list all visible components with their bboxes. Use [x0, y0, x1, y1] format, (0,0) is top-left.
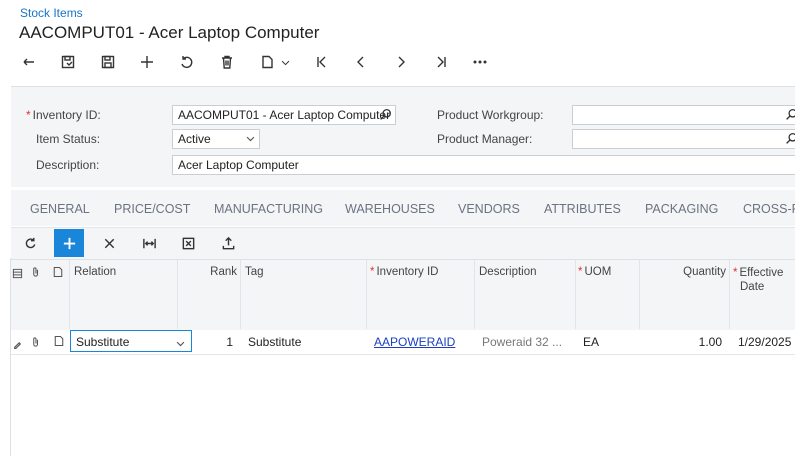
inventory-id-header[interactable]: * Inventory ID [370, 266, 438, 278]
next-record-icon[interactable] [388, 50, 414, 74]
upload-icon[interactable] [213, 229, 243, 257]
tab-manufacturing[interactable]: MANUFACTURING [214, 202, 323, 216]
chevron-down-icon [245, 133, 256, 147]
summary-form: * Inventory ID: AACOMPUT01 - Acer Laptop … [11, 86, 795, 187]
product-workgroup-label: Product Workgroup: [437, 108, 544, 122]
grid-header: Relation Rank Tag * Inventory ID Descript… [11, 259, 795, 331]
chevron-down-icon [281, 60, 290, 65]
item-status-select[interactable]: Active [172, 129, 260, 149]
product-manager-field[interactable] [572, 129, 795, 149]
prev-record-icon[interactable] [348, 50, 374, 74]
save-close-icon[interactable] [55, 50, 81, 74]
tab-attributes[interactable]: ATTRIBUTES [544, 202, 621, 216]
quantity-header[interactable]: Quantity [644, 266, 726, 278]
relation-value: Substitute [76, 335, 130, 349]
edit-pencil-icon [13, 336, 22, 354]
tab-warehouses[interactable]: WAREHOUSES [345, 202, 435, 216]
effective-date-cell[interactable]: 1/29/2025 [738, 335, 791, 349]
uom-header[interactable]: * UOM [578, 266, 611, 278]
rank-cell[interactable]: 1 [182, 335, 233, 349]
inventory-id-label: * Inventory ID: [26, 108, 101, 122]
last-record-icon[interactable] [428, 50, 454, 74]
more-icon[interactable] [467, 50, 493, 74]
save-icon[interactable] [95, 50, 121, 74]
add-row-button[interactable] [54, 229, 84, 257]
grid-left-border [10, 258, 11, 456]
delete-row-icon[interactable] [94, 229, 124, 257]
inventory-id-value: AACOMPUT01 - Acer Laptop Computer [178, 108, 391, 122]
export-excel-icon[interactable] [173, 229, 203, 257]
cancel-icon[interactable] [174, 50, 200, 74]
add-icon[interactable] [134, 50, 160, 74]
tab-price-cost[interactable]: PRICE/COST [114, 202, 190, 216]
tab-general[interactable]: GENERAL [30, 202, 90, 216]
attachment-icon[interactable] [30, 335, 42, 353]
inventory-id-field[interactable]: AACOMPUT01 - Acer Laptop Computer [172, 105, 396, 125]
note-icon [52, 265, 64, 283]
description-cell[interactable]: Poweraid 32 ... [482, 335, 562, 349]
item-status-label: Item Status: [36, 132, 101, 146]
quantity-cell[interactable]: 1.00 [644, 335, 722, 349]
description-value: Acer Laptop Computer [178, 158, 299, 172]
refresh-icon[interactable] [15, 229, 45, 257]
tag-header[interactable]: Tag [245, 266, 264, 278]
product-workgroup-field[interactable] [572, 105, 795, 125]
search-icon[interactable] [379, 108, 392, 124]
relation-select[interactable]: Substitute [70, 330, 192, 352]
page-title: AACOMPUT01 - Acer Laptop Computer [19, 23, 320, 42]
copy-paste-icon[interactable] [254, 50, 298, 74]
product-manager-label: Product Manager: [437, 132, 533, 146]
effective-date-header[interactable]: * Effective Date [733, 266, 783, 294]
description-field[interactable]: Acer Laptop Computer [172, 155, 795, 175]
delete-icon[interactable] [214, 50, 240, 74]
search-icon[interactable] [785, 132, 795, 148]
tab-vendors[interactable]: VENDORS [458, 202, 520, 216]
description-label: Description: [36, 158, 100, 172]
grid-toolbar [11, 227, 795, 259]
relation-header[interactable]: Relation [74, 266, 116, 278]
row-selector-icon [12, 266, 23, 284]
fit-columns-icon[interactable] [134, 229, 164, 257]
tab-bar: GENERAL PRICE/COST MANUFACTURING WAREHOU… [11, 190, 795, 226]
tab-cross-reference[interactable]: CROSS-R [743, 202, 795, 216]
first-record-icon[interactable] [309, 50, 335, 74]
item-status-value: Active [178, 132, 211, 146]
uom-cell[interactable]: EA [583, 335, 599, 349]
undo-icon[interactable] [16, 50, 42, 74]
attachment-icon [30, 265, 42, 283]
tag-cell[interactable]: Substitute [248, 335, 301, 349]
table-row[interactable]: Substitute 1 Substitute AAPOWERAID Power… [11, 330, 795, 355]
description-header[interactable]: Description [479, 266, 537, 278]
inventory-id-link[interactable]: AAPOWERAID [374, 335, 455, 349]
tab-packaging[interactable]: PACKAGING [645, 202, 718, 216]
note-icon[interactable] [53, 334, 65, 352]
rank-header[interactable]: Rank [182, 266, 237, 278]
breadcrumb[interactable]: Stock Items [20, 6, 83, 20]
plus-icon [63, 237, 75, 249]
search-icon[interactable] [785, 108, 795, 124]
